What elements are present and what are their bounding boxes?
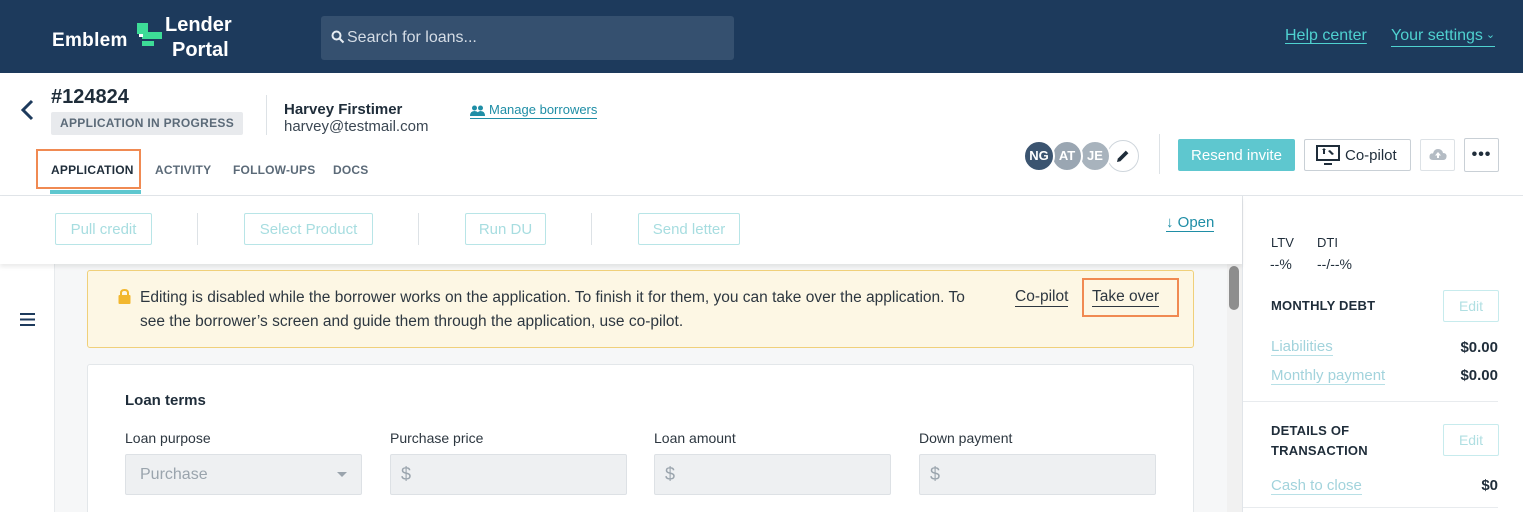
field-label: Purchase price [390,430,484,446]
edit-monthly-debt-button[interactable]: Edit [1443,290,1499,322]
purchase-price-input[interactable]: $ [390,454,627,495]
top-bar: Emblem Lender Portal Help center Your se… [0,0,1523,73]
search-box[interactable] [321,16,734,60]
help-center-link[interactable]: Help center [1285,27,1367,45]
dollar-prefix: $ [930,464,941,484]
pencil-icon [1117,150,1129,162]
cash-to-close-link[interactable]: Cash to close [1271,477,1362,495]
back-arrow-icon[interactable] [18,98,38,122]
select-product-button[interactable]: Select Product [244,213,373,245]
alert-message: Editing is disabled while the borrower w… [140,289,965,330]
details-of-transaction-heading: DETAILS OF TRANSACTION [1271,423,1368,458]
screen-share-icon [1316,145,1340,165]
loan-number: #124824 [51,86,129,108]
loan-amount-input[interactable]: $ [654,454,891,495]
avatar[interactable]: NG [1023,140,1055,172]
settings-label: Your settings [1391,27,1483,44]
divider [1159,134,1160,174]
highlight-box-application [36,149,141,189]
more-options-button[interactable]: ••• [1464,138,1499,172]
divider [1243,507,1498,508]
chevron-down-icon: ⌄ [1485,29,1496,41]
copilot-label: Co-pilot [1345,146,1397,164]
select-value: Purchase [140,466,208,483]
brand-lender-text: Lender [165,14,232,36]
monthly-payment-link[interactable]: Monthly payment [1271,367,1386,385]
upload-button[interactable] [1420,139,1455,171]
tab-follow-ups[interactable]: FOLLOW-UPS [233,152,315,188]
scrollbar-thumb[interactable] [1229,266,1239,310]
active-tab-indicator [50,190,141,194]
send-letter-button[interactable]: Send letter [638,213,740,245]
tab-activity[interactable]: ACTIVITY [155,152,211,188]
status-badge: APPLICATION IN PROGRESS [51,112,244,135]
cash-to-close-value: $0 [1481,477,1498,494]
action-toolbar: Pull credit Select Product Run DU Send l… [0,196,1242,264]
dti-label: DTI [1317,235,1338,250]
divider [591,213,592,245]
divider [197,213,198,245]
copilot-button[interactable]: Co-pilot [1304,139,1411,171]
borrower-email: harvey@testmail.com [284,118,429,135]
tab-docs[interactable]: DOCS [333,152,368,188]
avatar[interactable]: JE [1079,140,1111,172]
highlight-box-take-over [1082,278,1179,317]
avatar[interactable]: AT [1051,140,1083,172]
field-label: Loan purpose [125,430,211,446]
monthly-payment-value: $0.00 [1460,367,1498,384]
resend-invite-button[interactable]: Resend invite [1178,139,1295,171]
brand-mark-icon [137,23,162,46]
open-label: Open [1177,214,1215,231]
ltv-value: --% [1270,256,1292,272]
dti-value: --/--% [1317,256,1352,272]
divider [1243,401,1498,402]
team-avatars: NG AT JE [1023,140,1143,174]
ltv-label: LTV [1271,235,1294,250]
divider [418,213,419,245]
caret-down-icon [337,472,347,477]
hamburger-menu-icon[interactable] [20,313,35,326]
people-icon [470,105,485,116]
section-title: Loan terms [125,392,206,409]
left-rail [0,264,55,512]
settings-menu[interactable]: Your settings ⌄ [1391,27,1496,47]
brand-emblem-text: Emblem [52,30,128,51]
editing-disabled-alert: Editing is disabled while the borrower w… [87,270,1194,348]
dollar-prefix: $ [665,464,676,484]
edit-transaction-button[interactable]: Edit [1443,424,1499,456]
cloud-upload-icon [1429,149,1447,160]
run-du-button[interactable]: Run DU [465,213,546,245]
borrower-name: Harvey Firstimer [284,101,403,118]
divider [266,95,267,135]
pull-credit-button[interactable]: Pull credit [55,213,152,245]
search-input[interactable] [347,16,727,60]
loan-purpose-select[interactable]: Purchase [125,454,362,495]
down-payment-input[interactable]: $ [919,454,1156,495]
brand-portal-text: Portal [172,39,229,61]
field-label: Loan amount [654,430,736,446]
lock-icon [118,289,131,304]
search-icon [331,30,345,44]
liabilities-link[interactable]: Liabilities [1271,338,1333,356]
dollar-prefix: $ [401,464,412,484]
manage-borrowers-link[interactable]: Manage borrowers [470,102,598,119]
manage-borrowers-label: Manage borrowers [489,102,598,117]
liabilities-value: $0.00 [1460,339,1498,356]
field-label: Down payment [919,430,1013,446]
more-dots-icon: ••• [1471,146,1492,163]
edit-team-button[interactable] [1107,140,1139,172]
monthly-debt-heading: MONTHLY DEBT [1271,298,1376,313]
arrow-down-icon: ↓ [1166,214,1174,231]
open-link[interactable]: ↓ Open [1166,214,1215,232]
alert-copilot-link[interactable]: Co-pilot [1015,288,1069,307]
